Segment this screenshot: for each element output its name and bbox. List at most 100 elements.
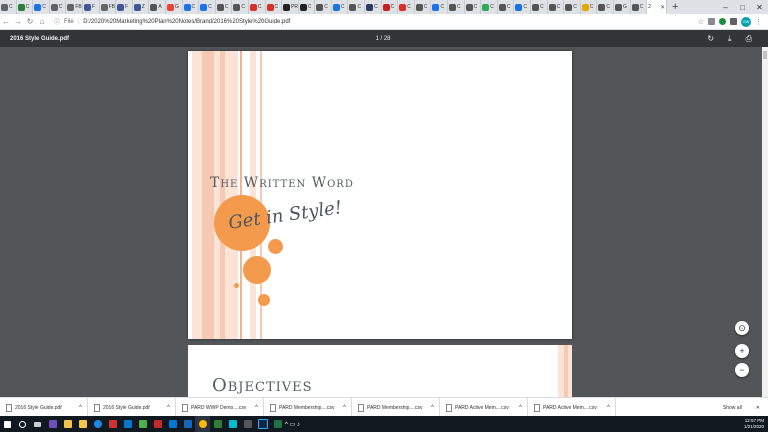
excel-icon[interactable] [270, 416, 285, 432]
browser-tab[interactable]: C [199, 0, 216, 14]
app-icon[interactable] [120, 416, 135, 432]
zoom-out-button[interactable]: − [735, 363, 749, 377]
profile-avatar[interactable]: GW [741, 16, 751, 27]
maximize-button[interactable]: □ [734, 3, 751, 12]
minimize-button[interactable]: – [717, 3, 734, 12]
browser-tab[interactable]: C [382, 0, 399, 14]
browser-tab[interactable]: C [548, 0, 565, 14]
app-icon[interactable] [165, 416, 180, 432]
app-icon[interactable] [225, 416, 240, 432]
chevron-up-icon[interactable]: ^ [519, 405, 522, 411]
download-item[interactable]: PARD Membership....csv ^ [264, 398, 352, 417]
browser-tab[interactable]: A [149, 0, 166, 14]
show-all-button[interactable]: Show all [723, 405, 742, 411]
acrobat-icon[interactable] [150, 416, 165, 432]
chevron-up-icon[interactable]: ^ [343, 405, 346, 411]
browser-tab[interactable]: C [365, 0, 382, 14]
download-item[interactable]: PARD Membership....csv ^ [352, 398, 440, 417]
app-icon[interactable] [240, 416, 255, 432]
info-icon[interactable]: ⓘ [54, 17, 60, 26]
pdf-viewer[interactable]: The Written Word Get in Style! Objective… [0, 47, 762, 397]
browser-tab[interactable]: C [531, 0, 548, 14]
extension-icon[interactable] [708, 18, 715, 25]
forward-button[interactable]: → [12, 17, 24, 26]
extension-icon[interactable] [730, 18, 737, 25]
start-button[interactable] [0, 416, 15, 432]
browser-tab[interactable]: C [448, 0, 465, 14]
download-item[interactable]: PARD Active Mem....csv ^ [440, 398, 528, 417]
browser-tab[interactable]: C [398, 0, 415, 14]
search-icon[interactable] [15, 416, 30, 432]
explorer-icon[interactable] [75, 416, 90, 432]
browser-tab[interactable]: PR [282, 0, 299, 14]
browser-tab[interactable]: C [216, 0, 233, 14]
app-icon[interactable] [45, 416, 60, 432]
browser-tab[interactable]: C [348, 0, 366, 14]
browser-tab[interactable]: C [249, 0, 266, 14]
close-shelf-icon[interactable]: ✕ [756, 405, 760, 411]
home-button[interactable]: ⌂ [36, 17, 48, 26]
browser-tab[interactable]: G [614, 0, 631, 14]
grammarly-icon[interactable] [719, 18, 726, 25]
close-window-button[interactable]: ✕ [751, 3, 768, 12]
browser-tab[interactable]: C [498, 0, 515, 14]
chevron-up-icon[interactable]: ^ [167, 405, 170, 411]
tab-active[interactable]: 2 ✕ [647, 0, 668, 14]
close-tab-icon[interactable]: ✕ [660, 4, 665, 11]
outlook-icon[interactable] [180, 416, 195, 432]
rotate-icon[interactable]: ↻ [707, 34, 714, 44]
task-view-icon[interactable] [30, 416, 45, 432]
download-item[interactable]: 2016 Style Guide.pdf ^ [0, 398, 88, 417]
scrollbar[interactable] [762, 47, 768, 397]
browser-tab[interactable]: C [564, 0, 581, 14]
browser-tab[interactable]: C [514, 0, 531, 14]
browser-tab[interactable]: C [17, 0, 34, 14]
chevron-up-icon[interactable]: ^ [431, 405, 434, 411]
browser-tab[interactable]: G [166, 0, 183, 14]
scrollbar-thumb[interactable] [763, 51, 767, 59]
browser-tab[interactable]: C [465, 0, 482, 14]
store-icon[interactable] [60, 416, 75, 432]
app-icon[interactable] [210, 416, 225, 432]
chevron-up-icon[interactable]: ^ [79, 405, 82, 411]
download-icon[interactable]: ⤓ [728, 34, 732, 44]
clock[interactable]: 12:57 PM 1/21/2020 [744, 418, 764, 430]
browser-tab[interactable]: C [431, 0, 449, 14]
fit-to-page-button[interactable]: ⊙ [735, 321, 749, 335]
chevron-up-icon[interactable]: ^ [607, 405, 610, 411]
browser-tab[interactable]: C [332, 0, 349, 14]
browser-tab[interactable]: C [299, 0, 316, 14]
url-text[interactable]: D:/2020%20Marketing%20Plan%20Notes/Brand… [83, 19, 290, 25]
zoom-in-button[interactable]: + [735, 344, 749, 358]
page-indicator[interactable]: 1 / 28 [360, 36, 406, 42]
browser-tab[interactable]: F [83, 0, 100, 14]
back-button[interactable]: ← [0, 17, 12, 26]
browser-tab[interactable]: C [232, 0, 249, 14]
edge-icon[interactable] [90, 416, 105, 432]
new-tab-button[interactable]: + [669, 1, 681, 13]
browser-tab[interactable]: C [315, 0, 332, 14]
browser-tab[interactable]: C [481, 0, 498, 14]
chevron-up-icon[interactable]: ^ [255, 405, 258, 411]
download-item[interactable]: 2016 Style Guide.pdf ^ [88, 398, 176, 417]
browser-tab[interactable]: C [33, 0, 50, 14]
browser-tab[interactable]: C [597, 0, 614, 14]
app-icon[interactable] [135, 416, 150, 432]
chrome-icon[interactable] [195, 416, 210, 432]
browser-tab[interactable]: C [581, 0, 598, 14]
download-item[interactable]: PARD WWP Demo....csv ^ [176, 398, 264, 417]
browser-tab[interactable]: Z [133, 0, 150, 14]
browser-tab[interactable]: C [50, 0, 67, 14]
reload-button[interactable]: ↻ [24, 17, 36, 26]
app-icon[interactable] [105, 416, 120, 432]
browser-tab[interactable]: FB [100, 0, 117, 14]
browser-tab[interactable]: C [183, 0, 200, 14]
browser-tab[interactable]: FB [66, 0, 83, 14]
system-tray[interactable]: ^ ▭ ♪ [285, 421, 300, 428]
browser-tab[interactable]: C [0, 0, 17, 14]
bookmark-star-icon[interactable]: ☆ [698, 18, 704, 26]
menu-icon[interactable]: ⋮ [755, 18, 762, 26]
download-item[interactable]: PARD Active Mem....csv ^ [528, 398, 616, 417]
address-bar[interactable]: ⓘ File | D:/2020%20Marketing%20Plan%20No… [54, 17, 692, 27]
photoshop-icon[interactable] [255, 416, 270, 432]
